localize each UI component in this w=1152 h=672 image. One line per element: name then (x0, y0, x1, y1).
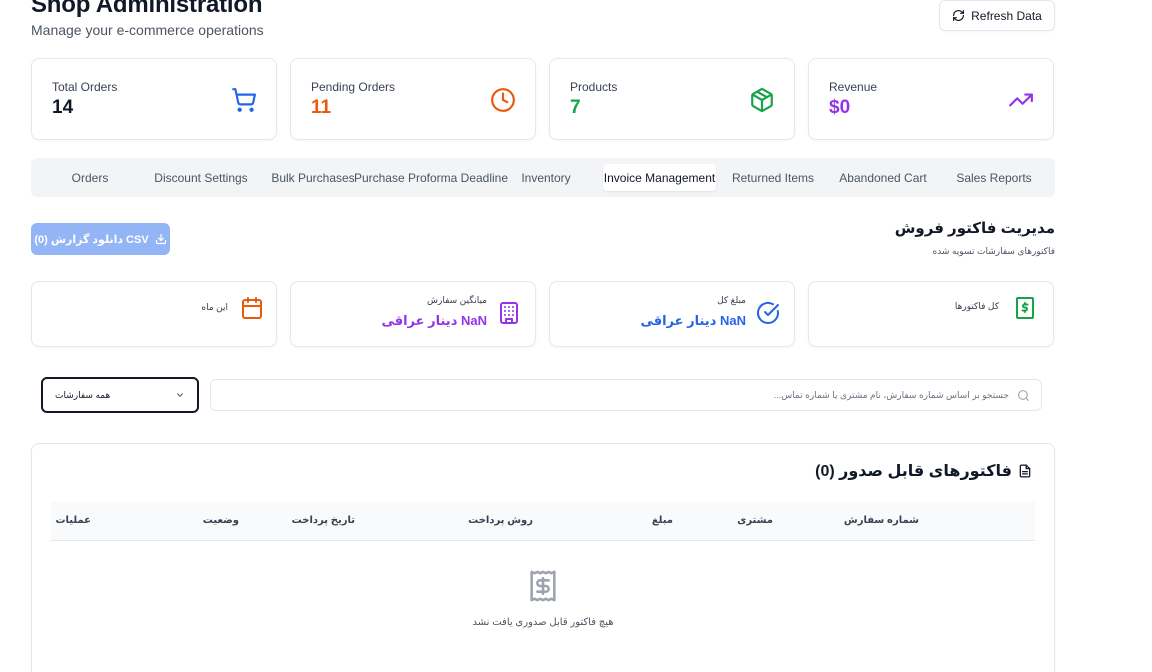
tab-returned-items[interactable]: Returned Items (725, 164, 821, 191)
tab-bar: Orders Discount Settings Bulk Purchases … (31, 158, 1055, 197)
invoice-card-label: کل فاکتورها (954, 301, 999, 311)
check-circle-icon (757, 301, 779, 324)
refresh-icon (953, 10, 965, 21)
invoice-card-this-month: این ماه (31, 281, 277, 347)
stat-label: Products (570, 80, 618, 94)
package-icon (751, 88, 773, 112)
stat-value: $0 (829, 97, 851, 118)
column-header-amount: مبلغ (651, 515, 673, 526)
invoice-card-value: NaN دینار عراقی (640, 313, 746, 328)
stat-value: 7 (570, 97, 581, 118)
search-placeholder: جستجو بر اساس شماره سفارش، نام مشتری یا … (773, 390, 1009, 400)
page-title: Shop Administration (31, 0, 263, 18)
clock-icon (491, 88, 515, 112)
invoice-table-card: فاکتورهای قابل صدور (0) شماره سفارش مشتر… (31, 443, 1055, 672)
order-filter-value: همه سفارشات (55, 389, 111, 400)
invoice-card-label: میانگین سفارش (427, 295, 487, 305)
chevron-down-icon (177, 393, 183, 397)
trending-up-icon (1009, 93, 1033, 107)
stat-card-products: Products 7 (549, 58, 795, 140)
empty-state-text: هیچ فاکتور قابل صدوری یافت نشد (472, 617, 614, 628)
search-icon (1018, 390, 1029, 401)
document-icon (1019, 464, 1031, 478)
tab-abandoned-cart[interactable]: Abandoned Cart (833, 164, 933, 191)
stat-value: 11 (311, 97, 332, 118)
stat-card-pending-orders: Pending Orders 11 (290, 58, 536, 140)
receipt-icon (530, 570, 556, 602)
stat-value: 14 (52, 97, 74, 118)
dollar-document-icon (1016, 297, 1034, 319)
column-header-payment-method: روش پرداخت (468, 515, 533, 526)
invoice-section-title: مدیریت فاکتور فروش (894, 220, 1055, 237)
stat-label: Revenue (829, 80, 878, 94)
shopping-cart-icon (232, 88, 257, 112)
tab-sales-reports[interactable]: Sales Reports (949, 164, 1039, 191)
tab-orders[interactable]: Orders (56, 164, 124, 191)
column-header-status: وضعیت (202, 515, 239, 526)
stat-label: Pending Orders (311, 80, 396, 94)
download-csv-label: دانلود گزارش (0) CSV (34, 233, 149, 246)
column-header-actions: عملیات (55, 515, 91, 526)
column-header-order-number: شماره سفارش (843, 515, 919, 526)
stat-label: Total Orders (52, 80, 118, 94)
invoice-card-average-order: میانگین سفارش NaN دینار عراقی (290, 281, 536, 347)
order-filter-select[interactable]: همه سفارشات (41, 377, 199, 413)
stat-card-revenue: Revenue $0 (808, 58, 1054, 140)
invoice-card-label: این ماه (201, 302, 228, 312)
invoice-card-label: مبلغ کل (717, 295, 746, 305)
column-header-payment-date: تاریخ پرداخت (291, 515, 355, 526)
tab-inventory[interactable]: Inventory (513, 164, 579, 191)
table-header-row: شماره سفارش مشتری مبلغ روش پرداخت تاریخ … (51, 502, 1035, 541)
refresh-data-label: Refresh Data (971, 8, 1042, 23)
stat-card-total-orders: Total Orders 14 (31, 58, 277, 140)
invoice-card-value: NaN دینار عراقی (381, 313, 487, 328)
invoice-table-title-text: فاکتورهای قابل صدور (0) (815, 463, 1012, 480)
invoice-card-total-amount: مبلغ کل NaN دینار عراقی (549, 281, 795, 347)
refresh-data-button[interactable]: Refresh Data (939, 0, 1055, 31)
download-csv-button[interactable]: دانلود گزارش (0) CSV (31, 223, 170, 255)
tab-discount-settings[interactable]: Discount Settings (147, 164, 255, 191)
building-icon (500, 302, 518, 324)
tab-purchase-proforma-deadline[interactable]: Purchase Proforma Deadline (353, 164, 509, 191)
tab-bulk-purchases[interactable]: Bulk Purchases (269, 164, 357, 191)
download-icon (155, 233, 166, 245)
column-header-customer: مشتری (737, 515, 773, 526)
calendar-icon (242, 297, 262, 319)
tab-invoice-management[interactable]: Invoice Management (603, 164, 716, 191)
invoice-card-total-invoices: کل فاکتورها (808, 281, 1054, 347)
page-subtitle: Manage your e-commerce operations (31, 22, 264, 38)
invoice-search-input[interactable]: جستجو بر اساس شماره سفارش، نام مشتری یا … (210, 379, 1042, 411)
invoice-table-title: فاکتورهای قابل صدور (0) (815, 461, 1032, 481)
invoice-section-subtitle: فاکتورهای سفارشات تسویه شده (932, 246, 1055, 256)
